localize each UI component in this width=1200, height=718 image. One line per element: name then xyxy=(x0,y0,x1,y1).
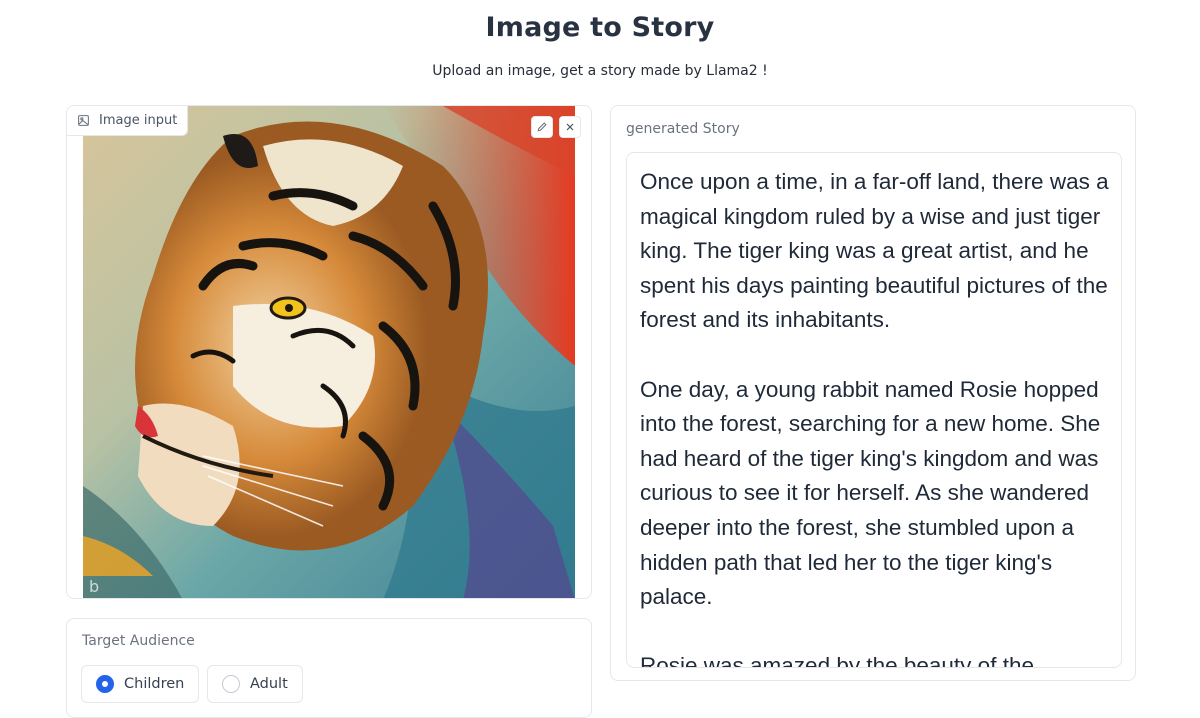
story-panel: generated Story Once upon a time, in a f… xyxy=(610,105,1136,681)
radio-adult-label: Adult xyxy=(250,676,288,692)
close-icon xyxy=(566,123,574,131)
clear-image-button[interactable] xyxy=(559,116,581,138)
page-title: Image to Story xyxy=(485,12,715,43)
target-audience-label: Target Audience xyxy=(82,633,195,649)
image-input-label-text: Image input xyxy=(99,113,178,128)
story-text: Once upon a time, in a far-off land, the… xyxy=(640,169,1109,668)
tiger-painting-image: b xyxy=(83,106,575,598)
pencil-icon xyxy=(537,122,547,132)
svg-text:b: b xyxy=(89,577,99,596)
target-audience-panel: Target Audience Children Adult xyxy=(66,618,592,718)
radio-children-label: Children xyxy=(124,676,185,692)
image-icon xyxy=(78,115,89,126)
radio-option-children[interactable]: Children xyxy=(81,665,199,703)
image-input-panel[interactable]: Image input b xyxy=(66,105,592,599)
radio-adult-unchecked-icon[interactable] xyxy=(222,675,240,693)
edit-button[interactable] xyxy=(531,116,553,138)
story-textbox[interactable]: Once upon a time, in a far-off land, the… xyxy=(626,152,1122,668)
radio-option-adult[interactable]: Adult xyxy=(207,665,303,703)
radio-children-checked-icon[interactable] xyxy=(96,675,114,693)
page-subtitle: Upload an image, get a story made by Lla… xyxy=(432,63,768,79)
image-input-label: Image input xyxy=(67,106,189,136)
story-label: generated Story xyxy=(626,121,740,137)
